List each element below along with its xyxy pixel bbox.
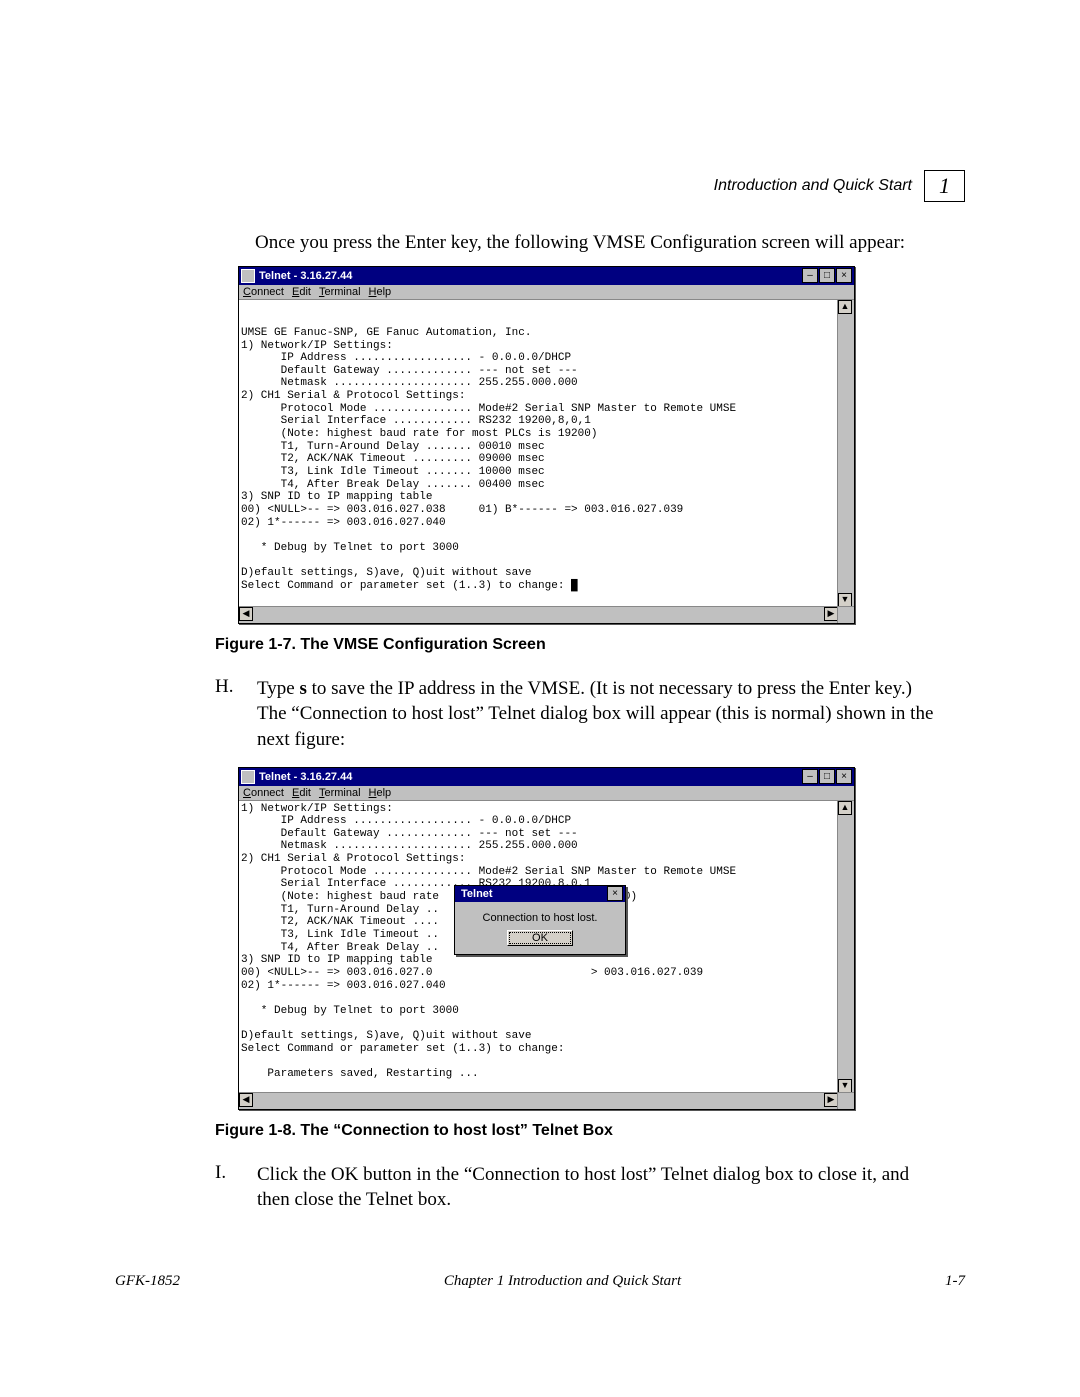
menu-edit-rest: dit [299, 286, 311, 298]
maximize-button[interactable]: □ [819, 769, 835, 784]
step-h-body: Type s to save the IP address in the VMS… [257, 676, 945, 753]
close-button[interactable]: × [836, 769, 852, 784]
menu-connect-rest: onnect [251, 286, 284, 298]
step-h-marker: H. [215, 676, 239, 753]
window-title: Telnet - 3.16.27.44 [259, 771, 801, 783]
app-icon [241, 269, 255, 283]
menu-help[interactable]: Help [369, 787, 392, 799]
terminal-area: 1) Network/IP Settings: IP Address .....… [239, 801, 854, 1109]
menu-terminal[interactable]: Terminal [319, 787, 361, 799]
scroll-left-icon[interactable]: ◀ [239, 1093, 253, 1107]
section-title: Introduction and Quick Start [714, 177, 912, 195]
step-h-bold: s [299, 678, 306, 699]
minimize-button[interactable]: – [802, 769, 818, 784]
step-i-marker: I. [215, 1162, 239, 1213]
footer-doc-id: GFK-1852 [115, 1273, 180, 1290]
window-title: Telnet - 3.16.27.44 [259, 270, 801, 282]
dialog-title: Telnet [457, 888, 606, 900]
page: Introduction and Quick Start 1 Once you … [0, 0, 1080, 1370]
vertical-scrollbar[interactable]: ▲ ▼ [837, 300, 854, 607]
step-h-p1: Type [257, 678, 299, 699]
page-footer: GFK-1852 Chapter 1 Introduction and Quic… [115, 1273, 965, 1290]
resize-grip[interactable] [837, 1092, 854, 1109]
titlebar: Telnet - 3.16.27.44 – □ × [239, 267, 854, 285]
close-button[interactable]: × [836, 268, 852, 283]
chapter-number-box: 1 [924, 170, 965, 202]
scroll-up-icon[interactable]: ▲ [838, 801, 852, 815]
step-i: I. Click the OK button in the “Connectio… [215, 1162, 945, 1213]
connection-lost-dialog: Telnet × Connection to host lost. OK [454, 885, 626, 955]
step-h: H. Type s to save the IP address in the … [215, 676, 945, 753]
page-header: Introduction and Quick Start 1 [115, 170, 965, 202]
menu-edit[interactable]: Edit [292, 286, 311, 298]
dialog-body: Connection to host lost. OK [455, 902, 625, 954]
maximize-button[interactable]: □ [819, 268, 835, 283]
footer-page-number: 1-7 [945, 1273, 965, 1290]
scroll-down-icon[interactable]: ▼ [838, 1079, 852, 1093]
titlebar: Telnet - 3.16.27.44 – □ × [239, 768, 854, 786]
scroll-up-icon[interactable]: ▲ [838, 300, 852, 314]
intro-paragraph: Once you press the Enter key, the follow… [255, 230, 945, 256]
ok-button[interactable]: OK [507, 930, 573, 946]
step-h-p2: to save the IP address in the VMSE. (It … [257, 678, 933, 750]
figure-1-7-caption: Figure 1-7. The VMSE Configuration Scree… [215, 636, 965, 654]
footer-chapter: Chapter 1 Introduction and Quick Start [444, 1273, 681, 1290]
figure-1-8-caption: Figure 1-8. The “Connection to host lost… [215, 1122, 965, 1140]
horizontal-scrollbar[interactable]: ◀ ▶ [239, 606, 838, 623]
dialog-titlebar: Telnet × [455, 886, 625, 902]
scroll-right-icon[interactable]: ▶ [824, 1093, 838, 1107]
menu-help[interactable]: Help [369, 286, 392, 298]
menubar: Connect Edit Terminal Help [239, 786, 854, 801]
minimize-button[interactable]: – [802, 268, 818, 283]
terminal-text: UMSE GE Fanuc-SNP, GE Fanuc Automation, … [241, 302, 854, 593]
app-icon [241, 770, 255, 784]
horizontal-scrollbar[interactable]: ◀ ▶ [239, 1092, 838, 1109]
menubar: Connect Edit Terminal Help [239, 285, 854, 300]
dialog-message: Connection to host lost. [461, 912, 619, 924]
telnet-window-2: Telnet - 3.16.27.44 – □ × Connect Edit T… [238, 767, 855, 1110]
scroll-left-icon[interactable]: ◀ [239, 607, 253, 621]
scroll-down-icon[interactable]: ▼ [838, 593, 852, 607]
telnet-window-1: Telnet - 3.16.27.44 – □ × Connect Edit T… [238, 266, 855, 624]
menu-connect[interactable]: Connect [243, 286, 284, 298]
menu-terminal[interactable]: Terminal [319, 286, 361, 298]
vertical-scrollbar[interactable]: ▲ ▼ [837, 801, 854, 1093]
menu-terminal-rest: erminal [324, 286, 360, 298]
resize-grip[interactable] [837, 606, 854, 623]
dialog-close-button[interactable]: × [607, 886, 623, 901]
step-i-body: Click the OK button in the “Connection t… [257, 1162, 945, 1213]
scroll-right-icon[interactable]: ▶ [824, 607, 838, 621]
menu-edit[interactable]: Edit [292, 787, 311, 799]
terminal-area: UMSE GE Fanuc-SNP, GE Fanuc Automation, … [239, 300, 854, 623]
menu-connect[interactable]: Connect [243, 787, 284, 799]
menu-help-rest: elp [376, 286, 391, 298]
